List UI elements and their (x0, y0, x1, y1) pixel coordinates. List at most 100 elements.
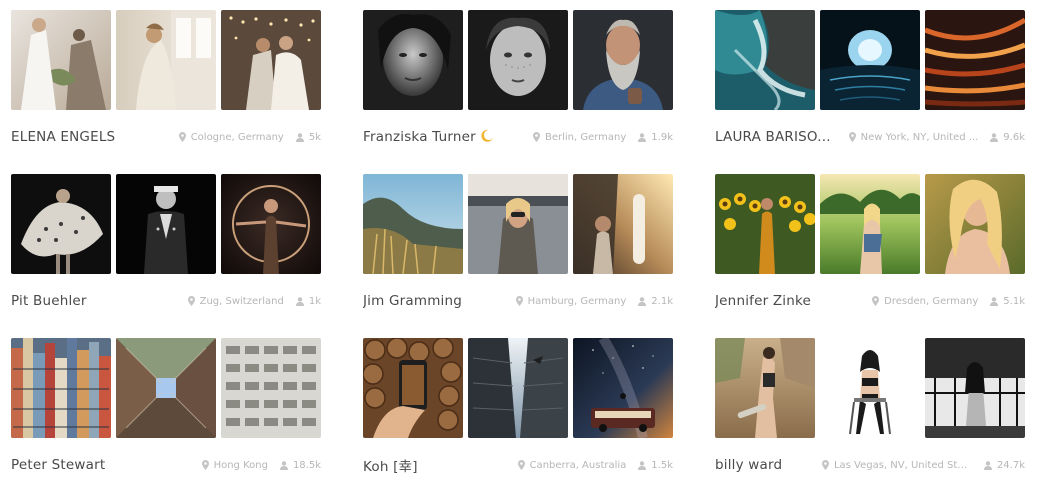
photo-thumbnail[interactable] (468, 174, 568, 274)
location: Berlin, Germany (532, 131, 627, 143)
user-icon (295, 132, 304, 142)
location: Cologne, Germany (178, 131, 284, 143)
photo-thumbnail[interactable] (573, 10, 673, 110)
photographer-name[interactable]: Jim Gramming (363, 293, 462, 309)
photographer-card[interactable]: billy ward Las Vegas, NV, United States … (715, 338, 1025, 476)
photo-strip (11, 338, 321, 438)
photo-thumbnail[interactable] (715, 174, 815, 274)
photo-thumbnail[interactable] (573, 174, 673, 274)
location-text: Berlin, Germany (544, 131, 627, 143)
location: Hong Kong (201, 459, 268, 471)
photographer-card[interactable]: Jim Gramming Hamburg, Germany 2.1k (363, 174, 673, 312)
follower-count: 2.1k (638, 296, 673, 307)
follower-count-text: 1.5k (651, 459, 673, 471)
map-pin-icon (848, 132, 856, 142)
location-text: Hamburg, Germany (527, 295, 627, 307)
location: Hamburg, Germany (515, 295, 627, 307)
photographer-name[interactable]: Koh [幸] (363, 455, 418, 475)
follower-count-text: 18.5k (292, 459, 321, 471)
photo-thumbnail[interactable] (363, 10, 463, 110)
follower-count: 1k (295, 295, 321, 307)
location-text: Cologne, Germany (190, 131, 284, 143)
photographer-meta: Jennifer Zinke Dresden, Germany 5.1k (715, 291, 1025, 311)
follower-count: 5.1k (990, 296, 1025, 307)
follower-count-text: 9.6k (1003, 131, 1025, 143)
user-icon (638, 132, 647, 142)
follower-count-text: 24.7k (996, 459, 1025, 471)
user-icon (295, 296, 304, 306)
photographer-name[interactable]: Jennifer Zinke (715, 293, 811, 309)
photographer-meta: Franziska Turner Berlin, Germany 1.9k (363, 127, 673, 147)
photographer-card[interactable]: Pit Buehler Zug, Switzerland 1k (11, 174, 321, 312)
location-text: Las Vegas, NV, United States (833, 459, 972, 471)
map-pin-icon (515, 296, 523, 306)
photo-strip (363, 338, 673, 438)
photo-thumbnail[interactable] (925, 10, 1025, 110)
photographer-name[interactable]: Franziska Turner (363, 129, 494, 145)
photographer-card[interactable]: Jennifer Zinke Dresden, Germany 5.1k (715, 174, 1025, 312)
photo-thumbnail[interactable] (363, 174, 463, 274)
location-text: Zug, Switzerland (199, 295, 284, 307)
photo-thumbnail[interactable] (11, 10, 111, 110)
user-icon (990, 132, 999, 142)
photographer-name[interactable]: LAURA BARISO... (715, 129, 831, 145)
photo-thumbnail[interactable] (221, 174, 321, 274)
user-icon (990, 296, 999, 306)
location-text: Hong Kong (213, 459, 268, 471)
photographer-meta: billy ward Las Vegas, NV, United States … (715, 455, 1025, 475)
photo-thumbnail[interactable] (116, 10, 216, 110)
user-icon (983, 460, 992, 470)
location-text: Dresden, Germany (884, 295, 979, 307)
follower-count-text: 1k (308, 295, 321, 307)
follower-count: 5k (295, 132, 321, 143)
photographer-meta: Pit Buehler Zug, Switzerland 1k (11, 291, 321, 311)
user-icon (279, 460, 288, 470)
photo-thumbnail[interactable] (468, 338, 568, 438)
photographer-meta: ELENA ENGELS Cologne, Germany 5k (11, 127, 321, 147)
crescent-moon-icon (481, 129, 493, 142)
follower-count: 1.5k (638, 460, 673, 471)
photo-thumbnail[interactable] (11, 174, 111, 274)
photo-strip (11, 174, 321, 274)
photographer-card[interactable]: Peter Stewart Hong Kong 18.5k (11, 338, 321, 476)
photo-strip (715, 338, 1025, 438)
photo-thumbnail[interactable] (221, 338, 321, 438)
photo-thumbnail[interactable] (573, 338, 673, 438)
photographer-card[interactable]: LAURA BARISO... New York, NY, United ...… (715, 10, 1025, 148)
location: Zug, Switzerland (187, 295, 284, 307)
location-text: Canberra, Australia (529, 459, 627, 471)
photographer-name[interactable]: billy ward (715, 457, 782, 473)
photo-thumbnail[interactable] (925, 338, 1025, 438)
photographer-card[interactable]: ELENA ENGELS Cologne, Germany 5k (11, 10, 321, 148)
map-pin-icon (532, 132, 540, 142)
photo-thumbnail[interactable] (11, 338, 111, 438)
photo-strip (363, 10, 673, 110)
photo-thumbnail[interactable] (820, 338, 920, 438)
photographer-grid: ELENA ENGELS Cologne, Germany 5k Franzis… (11, 10, 1025, 476)
follower-count: 1.9k (638, 132, 673, 143)
photographer-card[interactable]: Koh [幸] Canberra, Australia 1.5k (363, 338, 673, 476)
photo-thumbnail[interactable] (715, 10, 815, 110)
photographer-meta: Peter Stewart Hong Kong 18.5k (11, 455, 321, 475)
location: Las Vegas, NV, United States (821, 459, 972, 471)
photo-thumbnail[interactable] (925, 174, 1025, 274)
photographer-meta: Jim Gramming Hamburg, Germany 2.1k (363, 291, 673, 311)
photographer-name[interactable]: Pit Buehler (11, 293, 87, 309)
photo-thumbnail[interactable] (468, 10, 568, 110)
photographer-name[interactable]: ELENA ENGELS (11, 129, 115, 145)
photo-thumbnail[interactable] (116, 338, 216, 438)
photo-thumbnail[interactable] (363, 338, 463, 438)
photographer-card[interactable]: Franziska Turner Berlin, Germany 1.9k (363, 10, 673, 148)
follower-count-text: 2.1k (651, 295, 673, 307)
photo-thumbnail[interactable] (715, 338, 815, 438)
photo-thumbnail[interactable] (820, 174, 920, 274)
photo-thumbnail[interactable] (820, 10, 920, 110)
photographer-name[interactable]: Peter Stewart (11, 457, 105, 473)
user-icon (638, 296, 647, 306)
follower-count: 24.7k (983, 459, 1025, 471)
photo-thumbnail[interactable] (116, 174, 216, 274)
photo-thumbnail[interactable] (221, 10, 321, 110)
map-pin-icon (872, 296, 880, 306)
location: New York, NY, United ... (848, 132, 978, 143)
follower-count-text: 1.9k (651, 131, 673, 143)
